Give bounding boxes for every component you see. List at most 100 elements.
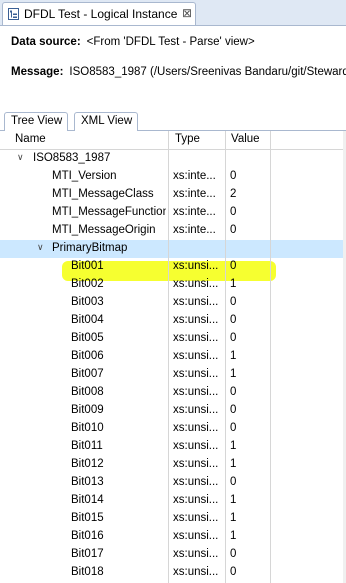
tab-xml-view[interactable]: XML View: [74, 112, 138, 131]
row-value: 1: [230, 440, 237, 452]
row-name: ISO8583_1987: [33, 152, 111, 164]
column-header-type[interactable]: Type: [175, 133, 200, 145]
tree-row[interactable]: MTI_MessageFunction xs:inte... 0: [0, 204, 346, 222]
row-name: Bit014: [71, 494, 104, 506]
document-tree-icon: [8, 8, 19, 20]
row-name: Bit006: [71, 350, 104, 362]
row-name: Bit001: [71, 260, 104, 272]
row-type: xs:inte...: [173, 188, 216, 200]
row-name: Bit002: [71, 278, 104, 290]
row-value: 0: [230, 224, 237, 236]
row-type: xs:unsi...: [173, 386, 219, 398]
column-divider[interactable]: [225, 131, 226, 583]
row-type: xs:unsi...: [173, 476, 219, 488]
chevron-down-icon[interactable]: ∨: [37, 242, 44, 253]
row-type: xs:unsi...: [173, 296, 219, 308]
tree-row[interactable]: Bit012 xs:unsi... 1: [0, 456, 346, 474]
row-type: xs:unsi...: [173, 332, 219, 344]
row-name: Bit010: [71, 422, 104, 434]
row-value: 0: [230, 566, 237, 578]
row-value: 0: [230, 476, 237, 488]
row-name: Bit011: [71, 440, 103, 452]
row-name: PrimaryBitmap: [52, 242, 128, 254]
tree-row[interactable]: Bit004 xs:unsi... 0: [0, 312, 346, 330]
row-name: Bit013: [71, 476, 104, 488]
tree-row[interactable]: Bit001 xs:unsi... 0: [0, 258, 346, 276]
tree-row[interactable]: Bit003 xs:unsi... 0: [0, 294, 346, 312]
row-name: Bit016: [71, 530, 104, 542]
row-type: xs:unsi...: [173, 260, 219, 272]
chevron-down-icon[interactable]: ∨: [17, 152, 24, 163]
row-value: 1: [230, 530, 237, 542]
row-type: xs:unsi...: [173, 440, 219, 452]
tree-row[interactable]: MTI_MessageClass xs:inte... 2: [0, 186, 346, 204]
tree-row[interactable]: Bit009 xs:unsi... 0: [0, 402, 346, 420]
row-name: Bit018: [71, 566, 104, 578]
message-line: Message: ISO8583_1987 (/Users/Sreenivas B…: [11, 66, 346, 78]
tree-row[interactable]: Bit018 xs:unsi... 0: [0, 564, 346, 582]
column-divider[interactable]: [270, 131, 271, 583]
tree-row[interactable]: ∨ PrimaryBitmap: [0, 240, 346, 258]
row-name: MTI_MessageOrigin: [52, 224, 156, 236]
row-type: xs:inte...: [173, 170, 216, 182]
column-header-name[interactable]: Name: [15, 133, 46, 145]
row-value: 1: [230, 278, 237, 290]
tree-row[interactable]: ∨ ISO8583_1987: [0, 150, 346, 168]
tree-row[interactable]: Bit007 xs:unsi... 1: [0, 366, 346, 384]
row-type: xs:unsi...: [173, 566, 219, 578]
table-header: Name Type Value: [0, 131, 346, 150]
row-value: 0: [230, 404, 237, 416]
tree-row[interactable]: MTI_MessageOrigin xs:inte... 0: [0, 222, 346, 240]
tree-row[interactable]: Bit008 xs:unsi... 0: [0, 384, 346, 402]
row-type: xs:unsi...: [173, 530, 219, 542]
row-name: Bit017: [71, 548, 104, 560]
tree-row[interactable]: MTI_Version xs:inte... 0: [0, 168, 346, 186]
row-type: xs:unsi...: [173, 458, 219, 470]
tree-row[interactable]: Bit006 xs:unsi... 1: [0, 348, 346, 366]
tree-row[interactable]: Bit011 xs:unsi... 1: [0, 438, 346, 456]
row-type: xs:unsi...: [173, 368, 219, 380]
row-name: MTI_Version: [52, 170, 117, 182]
tab-tree-view[interactable]: Tree View: [4, 112, 68, 132]
row-value: 1: [230, 368, 237, 380]
data-source-value: <From 'DFDL Test - Parse' view>: [86, 36, 255, 48]
column-divider[interactable]: [168, 131, 169, 583]
row-name: Bit012: [71, 458, 104, 470]
tree-row[interactable]: Bit010 xs:unsi... 0: [0, 420, 346, 438]
row-value: 1: [230, 494, 237, 506]
view-tab-bar: Tree View XML View: [0, 110, 346, 132]
row-value: 0: [230, 206, 237, 218]
row-type: xs:unsi...: [173, 314, 219, 326]
row-type: xs:unsi...: [173, 494, 219, 506]
logical-instance-tree-table: Name Type Value ∨ ISO8583_1987 MTI_Version…: [0, 131, 346, 583]
row-value: 1: [230, 350, 237, 362]
tree-row[interactable]: Bit015 xs:unsi... 1: [0, 510, 346, 528]
row-type: xs:unsi...: [173, 278, 219, 290]
row-value: 0: [230, 548, 237, 560]
tree-row[interactable]: Bit005 xs:unsi... 0: [0, 330, 346, 348]
row-type: xs:unsi...: [173, 350, 219, 362]
editor-tab[interactable]: DFDL Test - Logical Instance ⊠: [2, 2, 196, 25]
row-value: 0: [230, 170, 237, 182]
row-value: 0: [230, 314, 237, 326]
row-type: xs:unsi...: [173, 548, 219, 560]
column-header-value[interactable]: Value: [231, 133, 260, 145]
row-name: Bit008: [71, 386, 104, 398]
data-source-label: Data source:: [11, 36, 81, 48]
row-name: MTI_MessageFunction: [52, 206, 166, 218]
tree-row[interactable]: Bit002 xs:unsi... 1: [0, 276, 346, 294]
row-value: 2: [230, 188, 237, 200]
row-type: xs:unsi...: [173, 512, 219, 524]
row-value: 1: [230, 512, 237, 524]
tree-row[interactable]: Bit016 xs:unsi... 1: [0, 528, 346, 546]
row-type: xs:unsi...: [173, 404, 219, 416]
row-value: 1: [230, 458, 237, 470]
tree-row[interactable]: Bit017 xs:unsi... 0: [0, 546, 346, 564]
message-value: ISO8583_1987 (/Users/Sreenivas Bandaru/g…: [69, 66, 346, 78]
row-name: Bit009: [71, 404, 104, 416]
close-icon[interactable]: ⊠: [182, 6, 192, 20]
tree-row[interactable]: Bit014 xs:unsi... 1: [0, 492, 346, 510]
row-name: Bit003: [71, 296, 104, 308]
row-name: Bit004: [71, 314, 104, 326]
tree-row[interactable]: Bit013 xs:unsi... 0: [0, 474, 346, 492]
